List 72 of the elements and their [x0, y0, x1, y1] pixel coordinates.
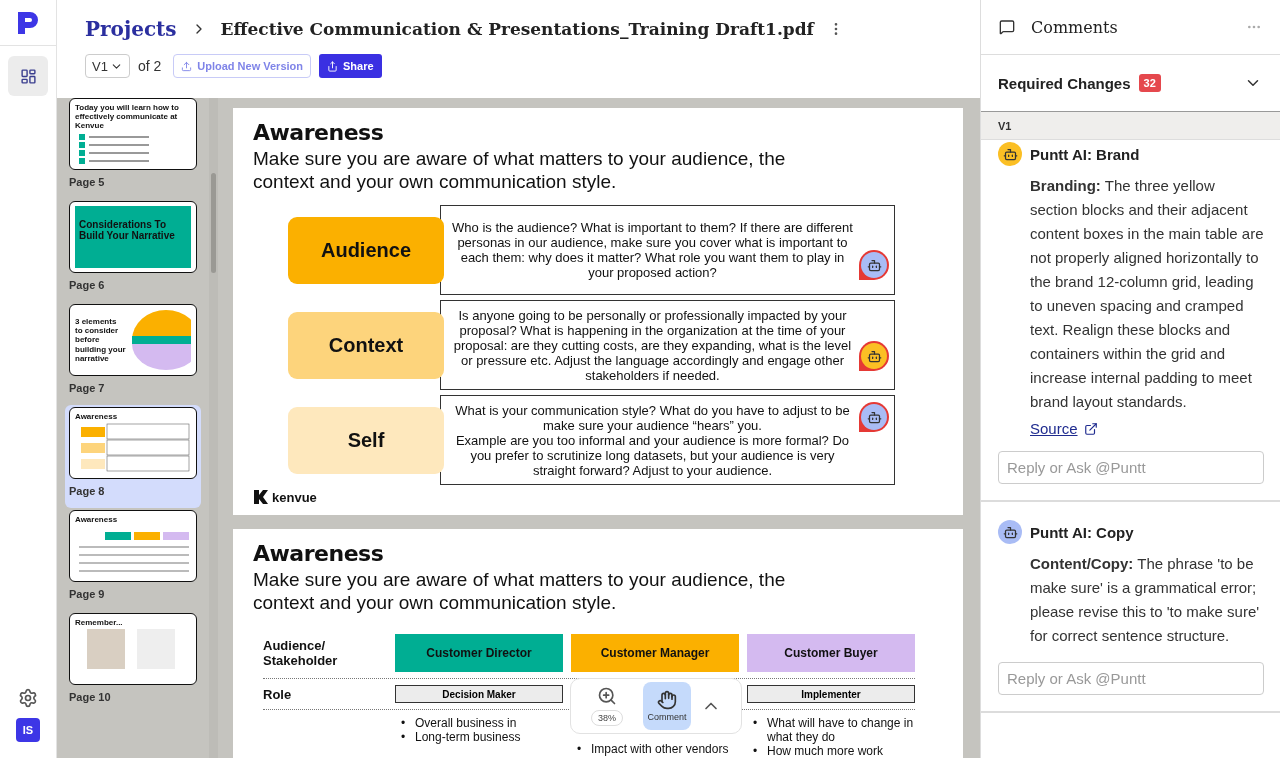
- section-text: Is anyone going to be personally or professionally impacted by your proposal? What is happening in the organization at the time of your proposal: are they cutting costs, are they expanding, what is the level or pressure etc. Adjust the language accordingly and engage other stakeholders if needed.: [440, 300, 895, 390]
- thumbnail-title: Today you will learn how to effectively communicate at Kenvue: [75, 103, 180, 131]
- section-label: Self: [288, 406, 444, 474]
- comment-text: Content/Copy: The phrase 'to be make sure' is a grammatical error; please revise this to 'to make sure' for correct sentence structure.: [1030, 554, 1261, 646]
- row-label: Role: [263, 686, 293, 702]
- version-select[interactable]: V1: [85, 54, 130, 78]
- section-text: Who is the audience? What is important to them? If there are different personas in our audience, make sure you cover what is important to each them: why does it matter? What role you want them to play in your proposed action?: [440, 205, 895, 295]
- row-label: Audience/ Stakeholder: [263, 638, 339, 668]
- zoom-in-icon[interactable]: [597, 686, 617, 706]
- bullet-marker: •: [753, 716, 759, 732]
- source-link[interactable]: Source: [1030, 420, 1098, 437]
- comment-text: Branding: The three yellow section blocks and their adjacent content boxes in the main table are not properly aligned horizontally to the brand 12-column grid, leading to uneven spacing and cramped text. Realign these blocks and containers within the grid and increase internal padding to meet brand layout standards.: [1030, 176, 1264, 412]
- scrollbar-thumb[interactable]: [211, 173, 216, 273]
- section-title: Required Changes: [998, 74, 1131, 92]
- bullet-text: Impact with other vendors: [591, 742, 730, 756]
- slide-heading: Awareness: [253, 541, 385, 566]
- share-button[interactable]: Share: [319, 54, 382, 78]
- bullet-text: What will have to change in what they do: [767, 716, 915, 744]
- comment-mode-button[interactable]: Comment: [643, 682, 691, 730]
- comments-icon: [999, 19, 1015, 35]
- bullet-marker: •: [577, 742, 583, 756]
- photo-placeholder: [87, 629, 125, 670]
- user-avatar[interactable]: IS: [16, 718, 40, 742]
- page-label: Page 10: [69, 691, 112, 703]
- page-thumbnail[interactable]: Awareness Page 8: [65, 405, 201, 508]
- bullet-text: Overall business in: [415, 716, 518, 730]
- count-badge: 32: [1138, 74, 1161, 92]
- slide-subtitle: Make sure you are aware of what matters to your audience, the context and your own communication style.: [253, 147, 787, 193]
- bullet-text: Long-term business: [415, 730, 522, 744]
- share-icon: [327, 60, 338, 72]
- page-label: Page 6: [69, 279, 106, 291]
- bullet-marker: •: [401, 730, 407, 744]
- column-header: Customer Buyer: [747, 634, 915, 672]
- comment-author: Puntt AI: Brand: [1030, 145, 1140, 163]
- page-label: Page 5: [69, 176, 106, 188]
- thumbnail-title: Considerations To Build Your Narrative: [79, 220, 176, 241]
- upload-icon: [181, 60, 193, 72]
- version-total: of 2: [137, 58, 162, 74]
- thumbnail-title: 3 elements to consider before building your narrative: [75, 317, 127, 363]
- panel-title: Comments: [1031, 17, 1119, 37]
- section-label: Audience: [288, 216, 444, 284]
- k-logo-icon: [253, 489, 269, 505]
- slide-subtitle: Make sure you are aware of what matters to your audience, the context and your own communication style.: [253, 568, 787, 614]
- external-link-icon: [1083, 421, 1098, 436]
- hand-icon: [657, 690, 677, 710]
- breadcrumb-link[interactable]: Projects: [85, 17, 177, 41]
- brand-logo-text: kenvue: [272, 489, 317, 505]
- document-title: Effective Communication & Presentations_Training Draft1.pdf: [220, 19, 814, 39]
- page-label: Page 9: [69, 588, 106, 600]
- page-label: Page 8: [69, 485, 106, 497]
- column-header: Customer Director: [395, 634, 563, 672]
- thumbnail-title: Awareness: [75, 515, 119, 525]
- reply-field[interactable]: Reply or Ask @Puntt: [998, 451, 1264, 484]
- version-group-label: V1: [981, 112, 1280, 140]
- bullet-marker: •: [401, 716, 407, 730]
- page-label: Page 7: [69, 382, 106, 394]
- board-nav-button[interactable]: [8, 56, 48, 96]
- slide-heading: Awareness: [253, 120, 385, 145]
- thumbnail-title: Awareness: [75, 412, 119, 422]
- bullet-text: How much more work: [767, 744, 885, 758]
- comment-author: Puntt AI: Copy: [1030, 523, 1134, 541]
- role-label: Decision Maker: [395, 685, 563, 703]
- section-text: What is your communication style? What do you have to adjust to be make sure your audience “hears” you. Example are you too informal and your audience is more formal? Do you prefer to scrutinize long datasets, but your audience is very straight forward? Adjust to your audience.: [440, 395, 895, 485]
- section-label: Context: [288, 311, 444, 379]
- dashboard-icon: [19, 67, 37, 85]
- reply-field[interactable]: Reply or Ask @Puntt: [998, 662, 1264, 695]
- settings-icon[interactable]: [18, 688, 38, 708]
- bullet-marker: •: [753, 744, 759, 758]
- thumbnail-title: Remember...: [75, 618, 124, 628]
- role-label: Implementer: [747, 685, 915, 703]
- circle-diagram-drawing: [130, 309, 191, 371]
- column-header: Customer Manager: [571, 634, 739, 672]
